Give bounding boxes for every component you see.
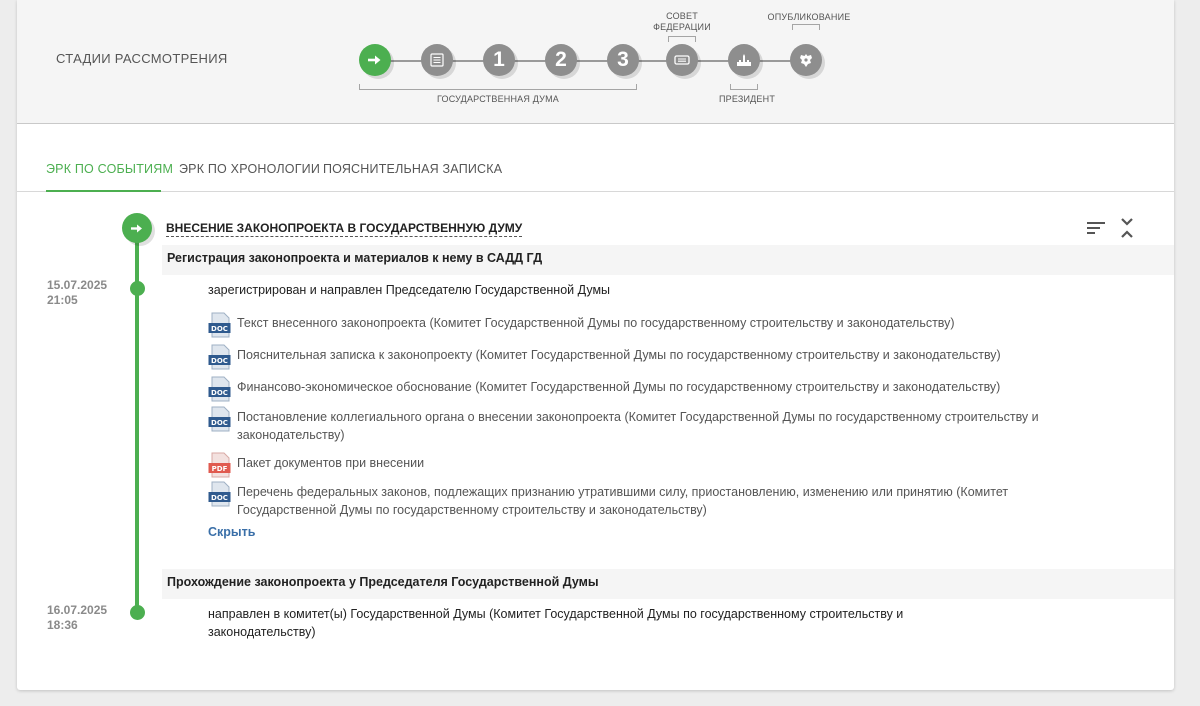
document-link[interactable]: DOC Перечень федеральных законов, подлеж… xyxy=(208,481,1108,519)
event-time: 21:05 xyxy=(47,293,78,307)
stage-second-reading[interactable]: 2 xyxy=(545,44,577,76)
svg-text:DOC: DOC xyxy=(211,419,228,427)
section-title: Прохождение законопроекта у Председателя… xyxy=(167,575,599,589)
label-publication: ОПУБЛИКОВАНИЕ xyxy=(767,12,851,22)
event-date: 16.07.2025 xyxy=(47,603,108,617)
tab-explanatory-note[interactable]: ПОЯСНИТЕЛЬНАЯ ЗАПИСКА xyxy=(323,162,502,176)
duma-bracket xyxy=(359,84,637,90)
timeline-dot xyxy=(130,605,145,620)
event-action: зарегистрирован и направлен Председателю… xyxy=(208,283,611,297)
svg-text:DOC: DOC xyxy=(211,389,228,397)
doc-file-icon: DOC xyxy=(208,481,231,507)
event-title[interactable]: ВНЕСЕНИЕ ЗАКОНОПРОЕКТА В ГОСУДАРСТВЕННУЮ… xyxy=(166,221,523,237)
stages-panel: СТАДИИ РАССМОТРЕНИЯ 1 2 3 ГОСУДАРСТВЕННА… xyxy=(17,0,1174,124)
svg-text:DOC: DOC xyxy=(211,494,228,502)
event-date: 15.07.2025 xyxy=(47,278,108,292)
document-title: Текст внесенного законопроекта (Комитет … xyxy=(237,316,955,330)
collapse-all-icon[interactable] xyxy=(1118,216,1136,245)
publication-bracket xyxy=(792,24,820,30)
doc-file-icon: DOC xyxy=(208,344,231,370)
document-link[interactable]: DOC Текст внесенного законопроекта (Коми… xyxy=(208,312,1108,338)
arrow-right-icon xyxy=(368,55,381,65)
pdf-file-icon: PDF xyxy=(208,452,231,478)
event-marker xyxy=(122,213,152,243)
label-council-line2: ФЕДЕРАЦИИ xyxy=(653,22,711,32)
label-council-line1: СОВЕТ xyxy=(666,11,698,21)
stage-preliminary[interactable] xyxy=(421,44,453,76)
stage-number: 1 xyxy=(493,48,505,71)
president-bracket xyxy=(730,84,758,90)
label-duma: ГОСУДАРСТВЕННАЯ ДУМА xyxy=(436,94,559,104)
doc-file-icon: DOC xyxy=(208,312,231,338)
stage-first-reading[interactable]: 1 xyxy=(483,44,515,76)
doc-file-icon: DOC xyxy=(208,406,231,432)
document-link[interactable]: PDF Пакет документов при внесении xyxy=(208,452,1108,478)
stage-federation-council[interactable] xyxy=(666,44,698,76)
hide-documents-link[interactable]: Скрыть xyxy=(208,525,255,539)
active-tab-indicator xyxy=(46,190,161,192)
document-link[interactable]: DOC Пояснительная записка к законопроект… xyxy=(208,344,1108,370)
sort-icon[interactable] xyxy=(1086,220,1106,241)
federation-council-icon xyxy=(674,55,690,65)
doc-file-icon: DOC xyxy=(208,376,231,402)
svg-text:PDF: PDF xyxy=(212,465,228,473)
document-title: Финансово-экономическое обоснование (Ком… xyxy=(237,380,1001,394)
tab-bar: ЭРК ПО СОБЫТИЯМ ЭРК ПО ХРОНОЛОГИИ ПОЯСНИ… xyxy=(17,124,1174,192)
stages-title: СТАДИИ РАССМОТРЕНИЯ xyxy=(56,51,228,66)
tab-chronology[interactable]: ЭРК ПО ХРОНОЛОГИИ xyxy=(179,162,320,176)
stage-introduction[interactable] xyxy=(359,44,391,76)
document-link[interactable]: DOC Финансово-экономическое обоснование … xyxy=(208,376,1108,402)
council-bracket xyxy=(668,36,696,42)
document-title: Постановление коллегиального органа о вн… xyxy=(237,410,1039,442)
stage-number: 2 xyxy=(555,48,567,71)
document-link[interactable]: DOC Постановление коллегиального органа … xyxy=(208,406,1108,444)
kremlin-icon xyxy=(737,54,751,66)
arrow-right-icon xyxy=(131,224,142,232)
bill-card: СТАДИИ РАССМОТРЕНИЯ 1 2 3 ГОСУДАРСТВЕННА… xyxy=(17,0,1174,690)
label-president: ПРЕЗИДЕНТ xyxy=(718,94,776,104)
stage-number: 3 xyxy=(617,48,629,71)
section-title: Регистрация законопроекта и материалов к… xyxy=(167,251,543,265)
eagle-emblem-icon xyxy=(800,54,812,67)
event-time: 18:36 xyxy=(47,618,78,632)
stage-publication[interactable] xyxy=(790,44,822,76)
document-title: Пояснительная записка к законопроекту (К… xyxy=(237,348,1001,362)
document-icon xyxy=(430,53,444,67)
stage-third-reading[interactable]: 3 xyxy=(607,44,639,76)
event-action: направлен в комитет(ы) Государственной Д… xyxy=(208,607,904,639)
document-title: Перечень федеральных законов, подлежащих… xyxy=(237,485,1009,517)
timeline-dot xyxy=(130,281,145,296)
svg-text:DOC: DOC xyxy=(211,357,228,365)
svg-text:DOC: DOC xyxy=(211,325,228,333)
stage-president[interactable] xyxy=(728,44,760,76)
tab-events[interactable]: ЭРК ПО СОБЫТИЯМ xyxy=(46,162,173,176)
document-title: Пакет документов при внесении xyxy=(237,456,425,470)
